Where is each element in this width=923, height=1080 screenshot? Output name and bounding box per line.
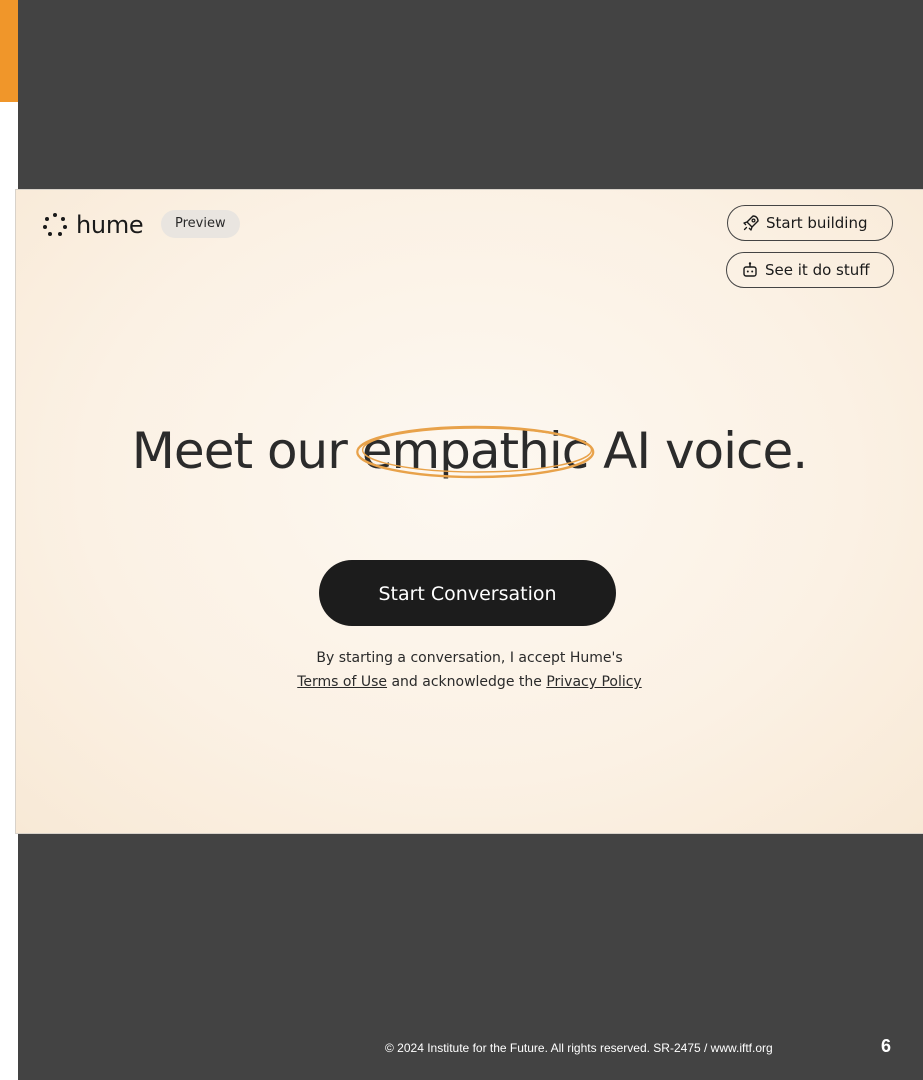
privacy-policy-link[interactable]: Privacy Policy (546, 674, 641, 690)
hero-headline: Meet our empathic AI voice. (16, 422, 923, 480)
consent-text: By starting a conversation, I accept Hum… (16, 646, 923, 694)
preview-badge: Preview (161, 210, 240, 238)
consent-middle: and acknowledge the (387, 674, 547, 690)
page-number: 6 (881, 1036, 892, 1056)
footer-copyright: © 2024 Institute for the Future. All rig… (385, 1041, 773, 1055)
accent-bar (0, 0, 18, 102)
headline-pre: Meet our (131, 422, 362, 480)
hume-logo[interactable]: hume (42, 209, 144, 241)
see-it-do-stuff-button[interactable]: See it do stuff (726, 252, 894, 288)
consent-line-2: Terms of Use and acknowledge the Privacy… (16, 670, 923, 694)
headline-highlight: empathic (355, 422, 595, 480)
logo-text: hume (76, 211, 144, 239)
dots-ring-icon (43, 213, 67, 236)
headline-highlight-word: empathic (361, 422, 590, 480)
robot-icon (743, 262, 757, 277)
rocket-icon (743, 215, 759, 231)
terms-of-use-link[interactable]: Terms of Use (297, 674, 387, 690)
consent-line-1: By starting a conversation, I accept Hum… (316, 650, 623, 666)
start-building-label: Start building (766, 214, 868, 232)
hume-screenshot: hume Preview Start building See it do st… (16, 190, 923, 833)
see-it-do-stuff-label: See it do stuff (765, 261, 870, 279)
headline-post: AI voice. (588, 422, 808, 480)
start-building-button[interactable]: Start building (727, 205, 893, 241)
start-conversation-button[interactable]: Start Conversation (319, 560, 616, 626)
